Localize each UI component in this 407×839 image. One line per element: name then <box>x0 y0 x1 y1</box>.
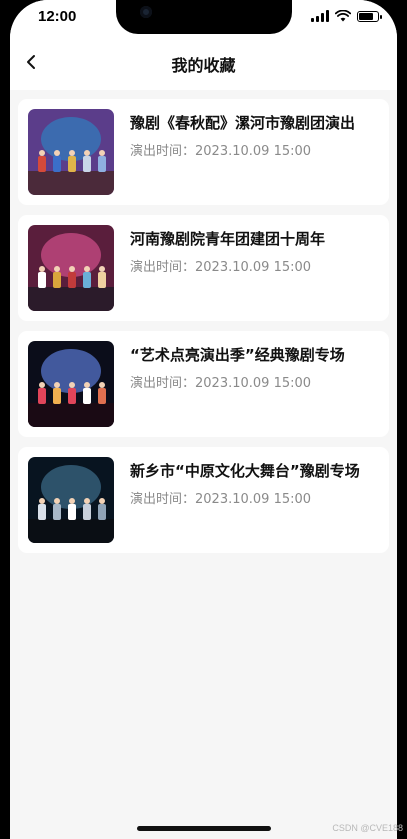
favorite-title: 豫剧《春秋配》漯河市豫剧团演出 <box>130 114 356 132</box>
thumbnail-image <box>28 225 114 311</box>
favorite-title: 新乡市“中原文化大舞台”豫剧专场 <box>130 462 360 480</box>
notch <box>116 0 292 34</box>
favorite-title: “艺术点亮演出季”经典豫剧专场 <box>130 346 345 364</box>
performance-time: 演出时间：2023.10.09 15:00 <box>130 492 312 507</box>
signal-icon <box>311 10 329 22</box>
performance-time: 演出时间：2023.10.09 15:00 <box>130 376 312 391</box>
favorite-card[interactable]: 豫剧《春秋配》漯河市豫剧团演出 演出时间：2023.10.09 15:00 <box>18 99 389 205</box>
thumbnail-image <box>28 341 114 427</box>
phone-frame: 12:00 我的收藏 豫剧《春秋配》漯河市豫剧团演出 演出时间：2023.10.… <box>0 0 407 839</box>
nav-bar: 我的收藏 <box>10 34 397 90</box>
status-icons <box>311 10 382 22</box>
watermark: CSDN @CVE188 <box>332 823 403 833</box>
status-time: 12:00 <box>38 8 77 25</box>
favorite-card[interactable]: 河南豫剧院青年团建团十周年 演出时间：2023.10.09 15:00 <box>18 215 389 321</box>
performance-time: 演出时间：2023.10.09 15:00 <box>130 144 312 159</box>
wifi-icon <box>335 10 351 22</box>
battery-level <box>359 12 373 20</box>
app-screen: 12:00 我的收藏 豫剧《春秋配》漯河市豫剧团演出 演出时间：2023.10.… <box>10 0 397 839</box>
thumbnail-image <box>28 109 114 195</box>
favorites-list: 豫剧《春秋配》漯河市豫剧团演出 演出时间：2023.10.09 15:00 河南豫剧… <box>18 99 389 563</box>
performance-time: 演出时间：2023.10.09 15:00 <box>130 260 312 275</box>
favorite-card[interactable]: “艺术点亮演出季”经典豫剧专场 演出时间：2023.10.09 15:00 <box>18 331 389 437</box>
favorite-title: 河南豫剧院青年团建团十周年 <box>130 230 326 248</box>
battery-icon <box>357 10 382 22</box>
favorite-card[interactable]: 新乡市“中原文化大舞台”豫剧专场 演出时间：2023.10.09 15:00 <box>18 447 389 553</box>
camera-icon <box>140 6 152 18</box>
home-indicator[interactable] <box>137 826 271 831</box>
status-bar: 12:00 <box>10 0 397 34</box>
thumbnail-image <box>28 457 114 543</box>
page-title: 我的收藏 <box>171 56 236 75</box>
